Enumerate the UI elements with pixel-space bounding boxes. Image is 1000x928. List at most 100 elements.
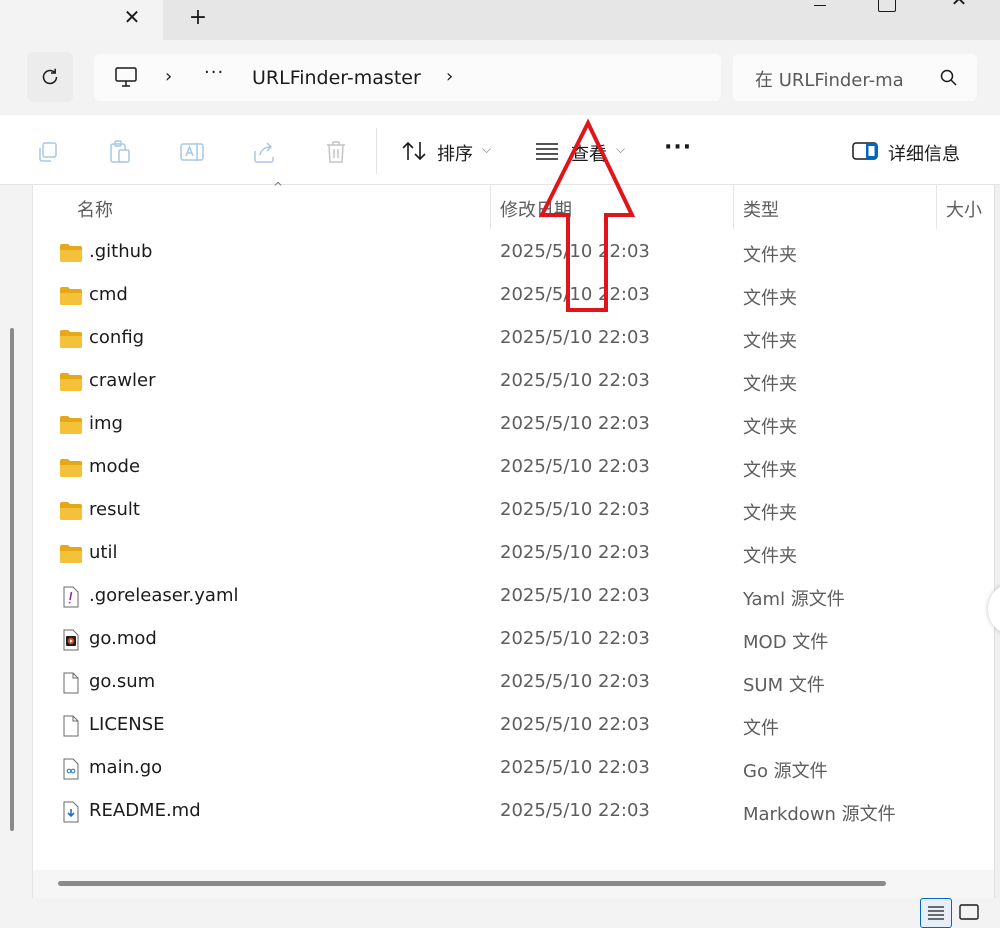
file-row[interactable]: go.mod 2025/5/10 22:03 MOD 文件 xyxy=(33,619,1000,662)
file-type: 文件夹 xyxy=(743,503,797,524)
file-type: 文件夹 xyxy=(743,331,797,352)
refresh-button[interactable] xyxy=(27,52,73,102)
paste-icon[interactable] xyxy=(107,139,133,165)
file-type: 文件夹 xyxy=(743,288,797,309)
file-modified-date: 2025/5/10 22:03 xyxy=(500,585,650,606)
file-type: Markdown 源文件 xyxy=(743,804,896,825)
view-label: 查看 xyxy=(571,144,607,165)
file-row[interactable]: main.go 2025/5/10 22:03 Go 源文件 xyxy=(33,748,1000,791)
go-file-icon xyxy=(63,758,79,780)
folder-icon xyxy=(60,459,82,477)
details-view-toggle[interactable] xyxy=(920,898,952,928)
rename-icon[interactable] xyxy=(179,139,205,165)
window-close-icon[interactable]: ✕ xyxy=(948,0,970,11)
details-pane-button[interactable]: 详细信息 xyxy=(848,130,978,172)
column-divider[interactable] xyxy=(490,185,491,229)
file-modified-date: 2025/5/10 22:03 xyxy=(500,757,650,778)
details-pane-icon xyxy=(852,142,878,160)
mod-file-icon xyxy=(63,629,79,651)
tab-close-icon[interactable]: ✕ xyxy=(120,5,144,29)
file-row[interactable]: util 2025/5/10 22:03 文件夹 xyxy=(33,533,1000,576)
column-header-row: 名称 修改日期 类型 大小 xyxy=(33,185,1000,229)
breadcrumb-current-folder[interactable]: URLFinder-master xyxy=(252,67,421,89)
file-row[interactable]: LICENSE 2025/5/10 22:03 文件 xyxy=(33,705,1000,748)
column-divider[interactable] xyxy=(936,185,937,229)
horizontal-scrollbar[interactable] xyxy=(58,881,886,886)
maximize-icon[interactable] xyxy=(878,0,896,12)
file-name: .github xyxy=(89,241,153,262)
search-input[interactable] xyxy=(755,67,915,91)
file-name: go.mod xyxy=(89,628,157,649)
sort-ascending-icon: ^ xyxy=(273,180,284,194)
file-row[interactable]: result 2025/5/10 22:03 文件夹 xyxy=(33,490,1000,533)
file-type: 文件夹 xyxy=(743,460,797,481)
file-row[interactable]: mode 2025/5/10 22:03 文件夹 xyxy=(33,447,1000,490)
file-type: 文件夹 xyxy=(743,245,797,266)
navigation-pane xyxy=(0,185,33,898)
chevron-down-icon: ⌵ xyxy=(482,142,492,156)
view-button[interactable]: 查看 ⌵ xyxy=(530,130,640,172)
list-view-icon xyxy=(928,906,944,920)
file-name: go.sum xyxy=(89,671,156,692)
folder-icon xyxy=(60,545,82,563)
breadcrumb-ellipsis[interactable]: ··· xyxy=(204,62,224,83)
file-modified-date: 2025/5/10 22:03 xyxy=(500,456,650,477)
sort-label: 排序 xyxy=(437,144,473,165)
navigation-scrollbar[interactable] xyxy=(10,328,14,831)
file-type: 文件 xyxy=(743,718,779,739)
file-row[interactable]: cmd 2025/5/10 22:03 文件夹 xyxy=(33,275,1000,318)
file-type: 文件夹 xyxy=(743,417,797,438)
file-modified-date: 2025/5/10 22:03 xyxy=(500,241,650,262)
file-row[interactable]: config 2025/5/10 22:03 文件夹 xyxy=(33,318,1000,361)
minimize-icon[interactable] xyxy=(800,0,840,14)
file-modified-date: 2025/5/10 22:03 xyxy=(500,714,650,735)
file-row[interactable]: README.md 2025/5/10 22:03 Markdown 源文件 xyxy=(33,791,1000,834)
file-name: config xyxy=(89,327,145,348)
this-pc-icon[interactable] xyxy=(114,66,138,88)
share-icon[interactable] xyxy=(251,139,277,165)
search-icon[interactable] xyxy=(939,68,959,88)
file-modified-date: 2025/5/10 22:03 xyxy=(500,499,650,520)
delete-icon[interactable] xyxy=(323,139,349,165)
file-type: Yaml 源文件 xyxy=(743,589,845,610)
file-type: SUM 文件 xyxy=(743,675,825,696)
column-header-size[interactable]: 大小 xyxy=(946,196,982,222)
file-name: cmd xyxy=(89,284,128,305)
file-modified-date: 2025/5/10 22:03 xyxy=(500,284,650,305)
file-name: img xyxy=(89,413,123,434)
file-modified-date: 2025/5/10 22:03 xyxy=(500,370,650,391)
file-row[interactable]: crawler 2025/5/10 22:03 文件夹 xyxy=(33,361,1000,404)
folder-icon xyxy=(60,373,82,391)
file-type: MOD 文件 xyxy=(743,632,829,653)
toolbar-separator xyxy=(376,128,377,174)
file-row[interactable]: go.sum 2025/5/10 22:03 SUM 文件 xyxy=(33,662,1000,705)
sort-button[interactable]: 排序 ⌵ xyxy=(395,130,505,172)
column-header-name[interactable]: 名称 xyxy=(77,196,113,222)
file-type: 文件夹 xyxy=(743,374,797,395)
breadcrumb-chevron-icon[interactable]: › xyxy=(165,66,172,87)
folder-icon xyxy=(60,416,82,434)
column-divider[interactable] xyxy=(733,185,734,229)
breadcrumb-chevron-icon[interactable]: › xyxy=(446,66,453,87)
background-window-edge xyxy=(994,185,1000,898)
yaml-file-icon xyxy=(63,586,79,608)
file-row[interactable]: .goreleaser.yaml 2025/5/10 22:03 Yaml 源文件 xyxy=(33,576,1000,619)
more-options-button[interactable]: ··· xyxy=(664,135,698,167)
file-type: Go 源文件 xyxy=(743,761,828,782)
copy-icon[interactable] xyxy=(35,139,61,165)
file-name: .goreleaser.yaml xyxy=(89,585,239,606)
file-modified-date: 2025/5/10 22:03 xyxy=(500,671,650,692)
column-header-type[interactable]: 类型 xyxy=(743,196,779,222)
file-modified-date: 2025/5/10 22:03 xyxy=(500,327,650,348)
column-header-date[interactable]: 修改日期 xyxy=(500,196,572,222)
status-bar xyxy=(0,898,1000,928)
file-type: 文件夹 xyxy=(743,546,797,567)
file-name: LICENSE xyxy=(89,714,165,735)
search-box[interactable] xyxy=(733,54,977,101)
new-tab-icon[interactable]: + xyxy=(186,5,210,30)
tiles-view-icon[interactable] xyxy=(958,903,980,923)
file-modified-date: 2025/5/10 22:03 xyxy=(500,542,650,563)
file-row[interactable]: img 2025/5/10 22:03 文件夹 xyxy=(33,404,1000,447)
blank-file-icon xyxy=(63,672,79,694)
file-row[interactable]: .github 2025/5/10 22:03 文件夹 xyxy=(33,232,1000,275)
